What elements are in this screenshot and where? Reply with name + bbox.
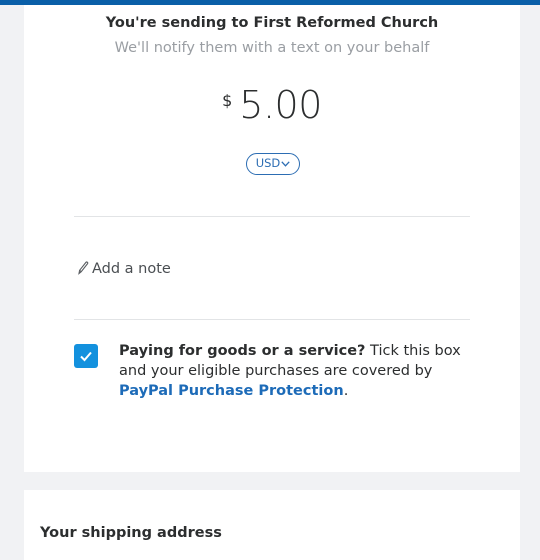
pencil-icon (77, 261, 92, 277)
notify-subtext: We'll notify them with a text on your be… (114, 40, 430, 56)
add-note-button[interactable]: Add a note (77, 261, 171, 277)
goods-end: . (343, 383, 349, 399)
currency-code: USD (255, 156, 281, 170)
shipping-card: Your shipping address (24, 490, 520, 560)
divider (74, 216, 470, 217)
checkmark-icon (80, 351, 92, 362)
add-note-label: Add a note (92, 261, 171, 277)
shipping-address-title: Your shipping address (40, 525, 222, 541)
currency-selector[interactable]: USD (246, 153, 300, 175)
currency-symbol: $ (222, 91, 233, 110)
goods-services-checkbox[interactable] (74, 344, 98, 368)
divider (74, 319, 470, 320)
amount-display[interactable]: $5.00 (24, 83, 520, 127)
purchase-protection-text: Paying for goods or a service? Tick this… (119, 341, 479, 401)
purchase-protection-link[interactable]: PayPal Purchase Protection (119, 383, 344, 399)
recipient-heading: You're sending to First Reformed Church (105, 15, 439, 31)
goods-question: Paying for goods or a service? (119, 343, 366, 359)
amount-value[interactable]: 5.00 (239, 83, 322, 127)
send-money-card: You're sending to First Reformed Church … (24, 5, 520, 472)
chevron-down-icon (281, 155, 290, 174)
